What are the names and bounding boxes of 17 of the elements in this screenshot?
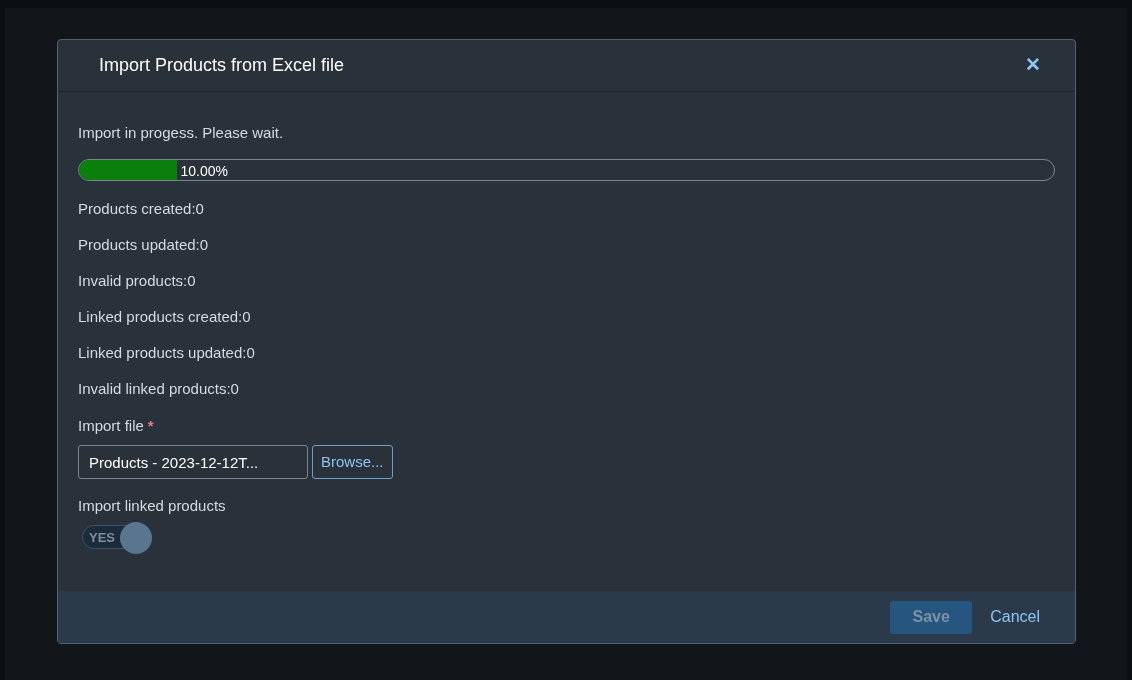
stat-line: Products updated:0: [78, 234, 210, 255]
stat-line: Linked products created:0: [78, 306, 252, 327]
stat-line: Linked products updated:0: [78, 342, 256, 363]
field-label: Import linked products: [78, 496, 227, 516]
browse-button[interactable]: Browse...: [312, 445, 393, 479]
status-message: Import in progess. Please wait.: [78, 123, 285, 143]
file-field[interactable]: Products - 2023-12-12T...: [78, 445, 308, 479]
stat-line: Invalid products:0: [78, 270, 197, 291]
required-mark: *: [147, 416, 154, 434]
stat-line: Invalid linked products:0: [78, 378, 240, 399]
progress-reading: 10.00%: [180, 161, 228, 180]
cancel-button[interactable]: Cancel: [980, 605, 1050, 629]
dialog-title: Import Products from Excel file: [99, 54, 345, 77]
stat-line: Products created:0: [78, 198, 205, 219]
close-button[interactable]: ✕: [1021, 51, 1045, 80]
toggle-thumb[interactable]: [120, 521, 152, 554]
field-label: Import file: [78, 416, 144, 434]
